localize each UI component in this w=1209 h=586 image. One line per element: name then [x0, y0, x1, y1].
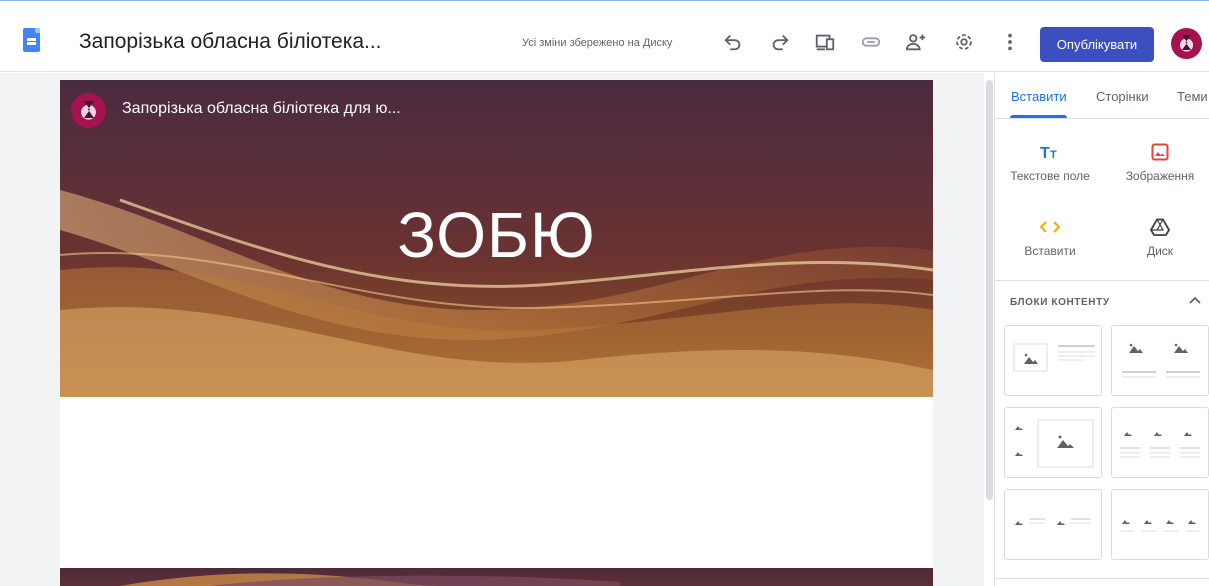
- drive-icon: [1110, 214, 1209, 240]
- next-section-waves: [120, 573, 620, 586]
- top-bar: Запорізька обласна біліотека... Усі змін…: [0, 0, 1209, 72]
- redo-button[interactable]: [766, 28, 794, 56]
- insert-embed[interactable]: Вставити: [1000, 214, 1100, 258]
- side-panel: Вставити Сторінки Теми TT Текстове поле …: [994, 73, 1209, 586]
- insert-link-button[interactable]: [857, 28, 885, 56]
- redo-icon: [772, 34, 789, 51]
- preview-device-icon: [815, 34, 835, 51]
- link-icon: [861, 37, 881, 47]
- svg-text:T: T: [1040, 145, 1050, 161]
- content-block-three-images[interactable]: [1111, 407, 1209, 478]
- more-options-button[interactable]: [996, 28, 1024, 56]
- account-avatar[interactable]: [1171, 28, 1202, 59]
- insert-drive-label: Диск: [1146, 244, 1174, 258]
- header-banner[interactable]: Запорізька обласна біліотека для ю... ЗО…: [60, 80, 933, 397]
- undo-icon: [724, 34, 741, 51]
- more-vert-icon: [1008, 33, 1012, 51]
- site-logo[interactable]: [71, 93, 106, 128]
- panel-divider: [995, 280, 1209, 281]
- content-block-two-images[interactable]: [1111, 325, 1209, 396]
- share-add-person-icon: [905, 34, 926, 51]
- insert-image-label: Зображення: [1125, 169, 1195, 183]
- tab-pages[interactable]: Сторінки: [1096, 89, 1149, 104]
- collapse-chevron-up-icon[interactable]: [1188, 292, 1202, 310]
- insert-text-box[interactable]: TT Текстове поле: [1000, 139, 1100, 183]
- editor-canvas: Запорізька обласна біліотека для ю... ЗО…: [0, 73, 984, 586]
- canvas-scrollbar[interactable]: [986, 80, 993, 500]
- text-box-icon: TT: [1000, 139, 1100, 165]
- insert-image[interactable]: Зображення: [1110, 139, 1209, 183]
- publish-button[interactable]: Опублікувати: [1040, 27, 1154, 62]
- tab-themes[interactable]: Теми: [1177, 89, 1208, 104]
- content-block-image-text-pairs[interactable]: [1004, 489, 1102, 560]
- sites-logo-icon[interactable]: [23, 28, 40, 52]
- insert-text-box-label: Текстове поле: [1010, 169, 1090, 183]
- document-title[interactable]: Запорізька обласна біліотека...: [79, 30, 382, 54]
- panel-tabs: Вставити Сторінки Теми: [995, 73, 1209, 119]
- undo-button[interactable]: [719, 28, 747, 56]
- insert-embed-label: Вставити: [1024, 244, 1076, 258]
- insert-drive[interactable]: Диск: [1110, 214, 1209, 258]
- content-blocks-heading: БЛОКИ КОНТЕНТУ: [1010, 297, 1110, 308]
- site-name[interactable]: Запорізька обласна біліотека для ю...: [122, 100, 401, 118]
- hero-title[interactable]: ЗОБЮ: [60, 198, 933, 272]
- image-icon: [1110, 139, 1209, 165]
- svg-text:T: T: [1050, 149, 1057, 161]
- active-tab-indicator: [1010, 115, 1067, 118]
- panel-bottom-divider: [995, 578, 1209, 579]
- settings-button[interactable]: [950, 28, 978, 56]
- save-status: Усі зміни збережено на Диску: [522, 37, 673, 49]
- content-block-image-text[interactable]: [1004, 325, 1102, 396]
- preview-button[interactable]: [811, 28, 839, 56]
- share-button[interactable]: [902, 28, 930, 56]
- settings-gear-icon: [956, 34, 972, 50]
- site-page: Запорізька обласна біліотека для ю... ЗО…: [60, 80, 933, 586]
- content-block-image-grid[interactable]: [1004, 407, 1102, 478]
- tab-insert[interactable]: Вставити: [1011, 89, 1067, 104]
- embed-code-icon: [1000, 214, 1100, 240]
- next-section-banner[interactable]: [60, 568, 933, 586]
- content-block-four-images[interactable]: [1111, 489, 1209, 560]
